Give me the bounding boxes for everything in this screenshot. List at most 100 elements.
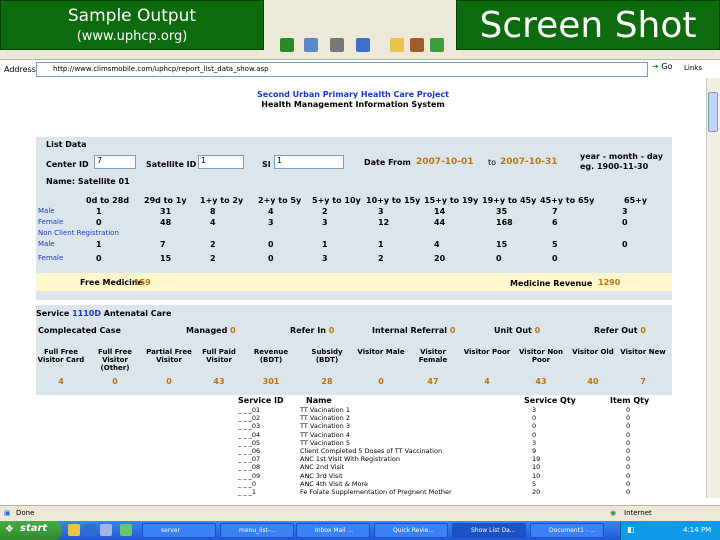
go-label: Go [661, 62, 673, 71]
svc-row-cell: 20 [532, 488, 541, 496]
to-value[interactable]: 2007-10-31 [500, 157, 558, 167]
edit-icon[interactable] [356, 38, 370, 52]
messenger-icon[interactable] [430, 38, 444, 52]
date-from-value[interactable]: 2007-10-01 [416, 157, 474, 167]
links-label[interactable]: Links [684, 64, 702, 72]
service-code[interactable]: 1110D [72, 309, 101, 318]
internal-referral-stat: Internal Referral 0 [372, 326, 455, 335]
svc-row-cell: 0 [626, 488, 631, 496]
satellite-name: Name: Satellite 01 [46, 177, 130, 186]
research-icon[interactable] [410, 38, 424, 52]
age-cell: 8 [210, 207, 216, 216]
sl-label: Sl [262, 160, 271, 169]
svc-row-cell: 5 [532, 479, 537, 488]
taskbar-item[interactable]: Quick Revie... [374, 523, 448, 538]
svc-header: Service Qty [524, 396, 576, 405]
visitor-value: 43 [213, 377, 225, 386]
mail-icon[interactable] [304, 38, 318, 52]
page-icon: ▣ [4, 509, 11, 517]
svc-row-name: TT Vacination 3 [300, 422, 350, 431]
age-cell: 3 [622, 207, 628, 216]
age-cell: 2 [322, 207, 328, 216]
svc-row-cell: 0 [626, 422, 631, 431]
svc-row-name: TT Vacination 4 [300, 430, 350, 439]
quicklaunch-app-icon[interactable] [120, 524, 132, 536]
center-id-input[interactable]: 7 [94, 155, 136, 169]
free-medicine-value: 159 [134, 278, 151, 287]
age-cell: 0 [622, 240, 628, 249]
print-icon[interactable] [330, 38, 344, 52]
folder-icon[interactable] [390, 38, 404, 52]
svc-row-name: ANC 1st Visit With Registration [300, 455, 400, 464]
age-cell: 20 [434, 254, 446, 263]
age-cell: 15 [160, 254, 172, 263]
taskbar-item[interactable]: Show List Da... [452, 523, 526, 538]
scrollbar-thumb[interactable] [708, 92, 718, 132]
refresh-icon[interactable] [280, 38, 294, 52]
address-label: Address [4, 65, 36, 74]
age-cell: 5 [552, 240, 558, 249]
age-cell: 1 [96, 207, 102, 216]
system-tray: ◧ 4:14 PM [620, 521, 720, 540]
visitor-value: 0 [112, 377, 118, 386]
svc-row-cell: 0 [626, 455, 631, 464]
age-cell: 44 [434, 218, 446, 227]
visitor-value: 28 [321, 377, 333, 386]
svc-row-cell: 0 [532, 430, 537, 439]
age-cell: 3 [268, 218, 274, 227]
visitor-header: Visitor New [620, 348, 666, 356]
visitor-header: Visitor Female [418, 348, 448, 364]
unit-out-stat: Unit Out 0 [494, 326, 540, 335]
vertical-scrollbar[interactable] [706, 78, 720, 498]
go-button[interactable]: ➔ Go [652, 62, 680, 77]
svc-row-cell: 0 [626, 471, 631, 480]
internal-referral-label: Internal Referral [372, 326, 448, 335]
unit-out-label: Unit Out [494, 326, 532, 335]
age-cell: 0 [268, 254, 274, 263]
svc-row-name: TT Vacination 2 [300, 414, 350, 423]
quicklaunch-ie-icon[interactable] [84, 524, 96, 536]
age-cell: 1 [96, 240, 102, 249]
visitor-header: Revenue (BDT) [253, 348, 289, 364]
taskbar-item[interactable]: Document1 - ... [530, 523, 604, 538]
visitor-header: Partial Free Visitor [146, 348, 192, 364]
unit-out-value: 0 [534, 326, 541, 335]
age-cell: 7 [160, 240, 166, 249]
taskbar-item[interactable]: Inbox Mail ... [296, 523, 370, 538]
svc-row-cell: 0 [532, 422, 537, 431]
satellite-id-input[interactable]: 1 [198, 155, 244, 169]
age-cell: 14 [434, 207, 446, 216]
sl-input[interactable]: 1 [274, 155, 344, 169]
taskbar-item[interactable]: server [142, 523, 216, 538]
age-header: 5+y to 10y [312, 196, 361, 205]
service-table: Service ID Name Service Qty Item Qty _ _… [236, 396, 672, 498]
svc-row-cell: _ _ _0 [238, 479, 257, 488]
refer-out-stat: Refer Out 0 [594, 326, 646, 335]
quicklaunch-folder-icon[interactable] [68, 524, 80, 536]
refer-in-value: 0 [328, 326, 335, 335]
age-cell: 2 [210, 254, 216, 263]
age-header: 29d to 1y [144, 196, 187, 205]
refer-out-value: 0 [640, 326, 646, 335]
visitor-header: Subsidy (BDT) [311, 348, 343, 364]
svc-row-cell: 0 [626, 430, 631, 439]
age-header: 2+y to 5y [258, 196, 302, 205]
date-from-label: Date From [364, 158, 411, 167]
age-cell: 12 [378, 218, 390, 227]
quicklaunch-desktop-icon[interactable] [100, 524, 112, 536]
center-id-label: Center ID [46, 160, 89, 169]
svc-row-cell: 0 [626, 479, 631, 488]
medicine-revenue-label: Medicine Revenue [510, 279, 593, 288]
project-title: Second Urban Primary Health Care Project [257, 90, 449, 99]
start-button[interactable]: ❖ start [0, 521, 62, 540]
network-icon[interactable]: ◧ [627, 525, 635, 534]
banner-left: Sample Output (www.uphcp.org) [0, 0, 264, 50]
visitor-value: 301 [262, 377, 280, 386]
svc-row-name: Fe Folate Supplementation of Pregnent Mo… [300, 488, 452, 496]
svc-row-cell: _ _ _02 [238, 414, 261, 423]
svc-row-cell: _ _ _05 [238, 438, 261, 447]
address-input[interactable]: http://www.climsmobile.com/uphcp/report_… [36, 62, 648, 77]
taskbar-item[interactable]: menu_list-... [220, 523, 294, 538]
age-cell: 4 [434, 240, 440, 249]
complicated-case-label: Complecated Case [38, 326, 121, 335]
